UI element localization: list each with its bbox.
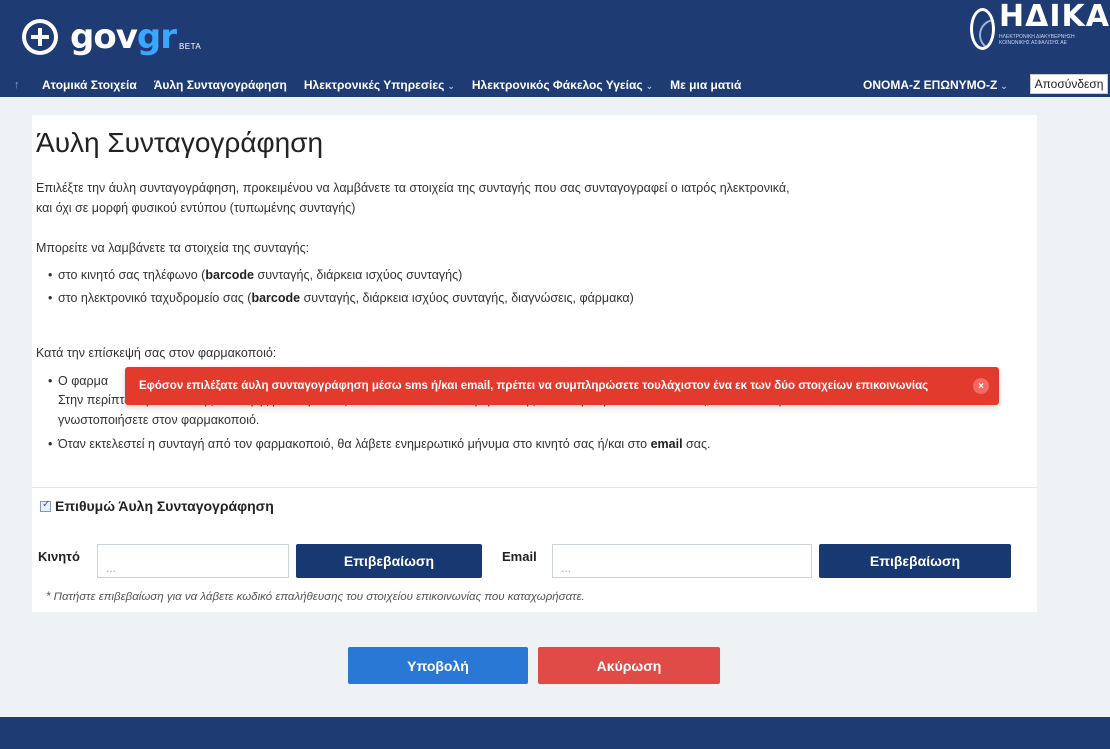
receive-heading: Μπορείτε να λαμβάνετε τα στοιχεία της συ…	[36, 241, 310, 255]
divider	[32, 487, 1037, 488]
idika-globe-icon	[970, 8, 996, 50]
chevron-down-icon: ⌄	[447, 80, 455, 91]
logout-button[interactable]: Αποσύνδεση	[1030, 74, 1108, 94]
list-item: Ο φαρμα	[48, 374, 108, 388]
checkbox-checked-icon[interactable]	[40, 499, 51, 512]
nav-personal-info[interactable]: Ατομικά Στοιχεία	[42, 78, 137, 92]
intro-text: Επιλέξτε την άυλη συνταγογράφηση, προκει…	[36, 181, 790, 215]
email-input[interactable]: ...	[552, 544, 812, 578]
nav-paperless-prescription[interactable]: Άυλη Συνταγογράφηση	[154, 78, 287, 92]
confirm-hint: * Πατήστε επιβεβαίωση για να λάβετε κωδι…	[46, 591, 585, 603]
confirm-email-button[interactable]: Επιβεβαίωση	[819, 544, 1011, 578]
error-toast: Εφόσον επιλέξατε άυλη συνταγογράφηση μέσ…	[125, 367, 999, 405]
close-icon[interactable]: ×	[973, 378, 989, 394]
list-item: στο κινητό σας τηλέφωνο (barcode συνταγή…	[48, 268, 462, 282]
confirm-mobile-button[interactable]: Επιβεβαίωση	[296, 544, 482, 578]
submit-button[interactable]: Υποβολή	[348, 647, 528, 684]
mobile-input[interactable]: ...	[97, 544, 289, 578]
error-message: Εφόσον επιλέξατε άυλη συνταγογράφηση μέσ…	[139, 380, 929, 392]
footer	[0, 717, 1110, 749]
chevron-down-icon: ⌄	[645, 80, 654, 91]
main-nav: ↑ Ατομικά Στοιχεία Άυλη Συνταγογράφηση Η…	[0, 72, 1110, 97]
email-label: Email	[502, 549, 537, 564]
page-title: Άυλη Συνταγογράφηση	[36, 127, 324, 158]
top-header: govgr BETA ΗΔΙΚΑ ΗΛΕΚΤΡΟΝΙΚΗ ΔΙΑΚΥΒΕΡΝΗΣ…	[0, 0, 1110, 97]
mobile-label: Κινητό	[38, 549, 80, 564]
chevron-down-icon: ⌄	[1000, 81, 1008, 91]
nav-health-record[interactable]: Ηλεκτρονικός Φάκελος Υγείας ⌄	[472, 78, 653, 92]
nav-at-a-glance[interactable]: Με μια ματιά	[670, 78, 741, 92]
paperless-checkbox-row[interactable]: Επιθυμώ Άυλη Συνταγογράφηση	[40, 498, 274, 514]
idika-subtitle: ΗΛΕΚΤΡΟΝΙΚΗ ΔΙΑΚΥΒΕΡΝΗΣΗ ΚΟΙΝΩΝΙΚΗΣ ΑΣΦΑ…	[999, 34, 1075, 46]
cancel-button[interactable]: Ακύρωση	[538, 647, 720, 684]
main-card: Άυλη Συνταγογράφηση Επιλέξτε την άυλη συ…	[32, 115, 1037, 612]
govgr-logo[interactable]: govgr BETA	[22, 12, 201, 62]
list-item: στο ηλεκτρονικό ταχυδρομείο σας (barcode…	[48, 291, 634, 305]
checkbox-label: Επιθυμώ Άυλη Συνταγογράφηση	[55, 498, 274, 514]
user-menu[interactable]: ΟΝΟΜΑ-Ζ ΕΠΩΝΥΜΟ-Ζ ⌄	[863, 78, 1008, 92]
visit-heading: Κατά την επίσκεψή σας στον φαρμακοποιό:	[36, 346, 277, 360]
nav-e-services[interactable]: Ηλεκτρονικές Υπηρεσίες ⌄	[304, 78, 455, 92]
arrow-up-icon[interactable]: ↑	[14, 79, 28, 91]
list-item-continuation: γνωστοποιήσετε στον φαρμακοποιό.	[58, 413, 260, 427]
greek-emblem-icon	[22, 19, 58, 55]
idika-name: ΗΔΙΚΑ	[999, 0, 1110, 34]
logo-wordmark: govgr	[70, 17, 177, 57]
list-item: Όταν εκτελεστεί η συνταγή από τον φαρμακ…	[48, 437, 710, 451]
beta-badge: BETA	[178, 41, 202, 51]
idika-logo: ΗΔΙΚΑ ΗΛΕΚΤΡΟΝΙΚΗ ΔΙΑΚΥΒΕΡΝΗΣΗ ΚΟΙΝΩΝΙΚΗ…	[970, 2, 1110, 60]
